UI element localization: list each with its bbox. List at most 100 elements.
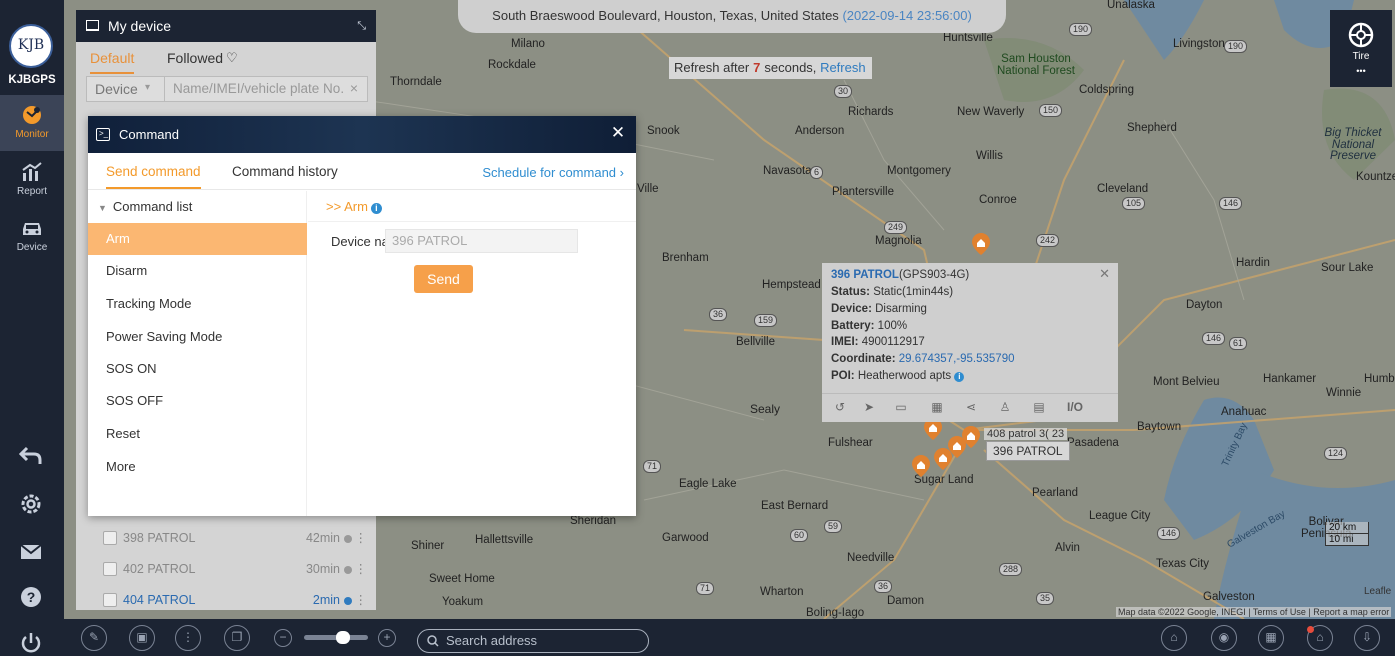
device-row[interactable]: 398 PATROL 42min ⋮ xyxy=(76,523,376,553)
street-view-icon[interactable]: ♙ xyxy=(997,400,1013,416)
command-item-sos-on[interactable]: SOS ON xyxy=(88,353,307,385)
nav-monitor[interactable]: Monitor xyxy=(0,95,64,151)
command-item-arm[interactable]: Arm xyxy=(88,223,307,255)
place-label: Garwood xyxy=(662,532,709,544)
device-name-field: 396 PATROL xyxy=(385,229,578,253)
place-label: Ville xyxy=(637,183,659,195)
settings-gear-icon[interactable] xyxy=(18,491,44,517)
barcode-icon[interactable]: ▦ xyxy=(927,400,947,416)
schedule-for-command-link[interactable]: Schedule for command › xyxy=(482,165,624,180)
vehicle-pin-icon[interactable] xyxy=(962,426,980,448)
place-label: Sweet Home xyxy=(429,573,495,585)
command-item-disarm[interactable]: Disarm xyxy=(88,255,307,287)
place-label: Eagle Lake xyxy=(679,478,737,490)
command-section-title: >> Arm i xyxy=(326,199,382,214)
device-checkbox[interactable] xyxy=(103,531,117,545)
layers-icon[interactable]: ❐ xyxy=(224,625,250,651)
command-item-reset[interactable]: Reset xyxy=(88,418,307,450)
device-time: 30min xyxy=(305,562,340,576)
clear-icon[interactable]: × xyxy=(350,80,358,96)
device-checkbox[interactable] xyxy=(103,562,117,576)
chevron-right-icon: › xyxy=(619,165,624,180)
place-label: Huntsville xyxy=(943,32,993,44)
svg-text:?: ? xyxy=(27,589,36,605)
popup-device-name[interactable]: 396 PATROL xyxy=(831,269,899,281)
more-icon[interactable]: ⋮ xyxy=(355,530,367,545)
popup-toolbar: ↺ ➤ ▭ ▦ ⋖ ♙ ▤ I/O xyxy=(822,393,1118,422)
command-dialog: >_ Command ✕ Send command Command histor… xyxy=(88,116,636,516)
command-item-more[interactable]: More xyxy=(88,451,307,483)
search-address-input[interactable]: Search address xyxy=(417,629,649,653)
place-label: Hallettsville xyxy=(475,534,534,546)
tab-command-history[interactable]: Command history xyxy=(232,164,338,179)
place-label: Conroe xyxy=(979,194,1017,206)
info-icon[interactable]: i xyxy=(370,203,382,214)
collapse-icon[interactable]: ⤡ xyxy=(357,10,366,42)
tire-more[interactable]: ••• xyxy=(1330,66,1392,76)
tire-panel[interactable]: Tire ••• xyxy=(1330,10,1392,87)
send-button[interactable]: Send xyxy=(414,265,473,293)
vehicle-pin-icon[interactable] xyxy=(912,455,930,477)
more-icon[interactable]: ⋮ xyxy=(355,561,367,576)
close-icon[interactable]: ✕ xyxy=(1099,266,1110,282)
place-label: Big Thicket National Preserve xyxy=(1324,127,1382,162)
command-item-power-saving-mode[interactable]: Power Saving Mode xyxy=(88,321,307,353)
command-icon[interactable]: ▭ xyxy=(893,400,909,416)
share-icon[interactable]: ⋖ xyxy=(963,400,979,416)
more-icon[interactable]: ⋮ xyxy=(355,592,367,607)
location-pin-icon[interactable]: ◉ xyxy=(1211,625,1237,651)
leaflet-attribution[interactable]: Leafle xyxy=(1364,586,1391,597)
device-row[interactable]: 402 PATROL 30min ⋮ xyxy=(76,554,376,584)
map-attribution[interactable]: Map data ©2022 Google, INEGI | Terms of … xyxy=(1116,607,1392,617)
download-icon[interactable]: ⇩ xyxy=(1354,625,1380,651)
device-name: 402 PATROL xyxy=(123,562,196,576)
ruler-icon[interactable]: ✎ xyxy=(81,625,107,651)
tab-followed[interactable]: Followed xyxy=(167,50,223,66)
place-label: Shepherd xyxy=(1127,122,1177,134)
info-icon[interactable]: i xyxy=(954,372,965,382)
zoom-out-icon[interactable]: − xyxy=(274,629,292,647)
tab-default[interactable]: Default xyxy=(90,50,135,74)
nav-device[interactable]: Device xyxy=(0,208,64,264)
popup-device-state: Disarming xyxy=(875,303,927,315)
back-icon[interactable] xyxy=(18,442,44,468)
device-filter-select[interactable]: Device xyxy=(95,81,138,97)
place-label: Cleveland xyxy=(1097,183,1149,195)
place-label: Unalaska xyxy=(1107,0,1155,11)
power-icon[interactable] xyxy=(18,630,44,656)
terminal-icon: >_ xyxy=(96,128,110,141)
zoom-in-icon[interactable]: + xyxy=(378,629,396,647)
device-search-input[interactable]: Name/IMEI/vehicle plate No. xyxy=(173,81,344,96)
command-item-sos-off[interactable]: SOS OFF xyxy=(88,385,307,417)
grid-icon[interactable]: ▦ xyxy=(1258,625,1284,651)
io-button[interactable]: I/O xyxy=(1062,400,1088,416)
device-name: 404 PATROL xyxy=(123,593,196,607)
fence-icon[interactable]: ▣ xyxy=(129,625,155,651)
nav-report[interactable]: Report xyxy=(0,152,64,208)
mail-icon[interactable] xyxy=(18,539,44,565)
place-label: East Bernard xyxy=(761,500,829,512)
playback-icon[interactable]: ↺ xyxy=(832,400,848,416)
place-label: Dayton xyxy=(1186,299,1223,311)
traffic-icon[interactable]: ⋮ xyxy=(175,625,201,651)
help-icon[interactable]: ? xyxy=(18,584,44,610)
vehicle-pin-icon[interactable] xyxy=(972,233,990,255)
navigate-icon[interactable]: ➤ xyxy=(861,400,877,416)
document-icon[interactable]: ▤ xyxy=(1031,400,1047,416)
zoom-slider-handle[interactable] xyxy=(336,631,350,644)
device-info-popup: ✕ 396 PATROL(GPS903-4G) Status: Static(1… xyxy=(822,263,1118,422)
poi-icon[interactable]: ⌂ xyxy=(1161,625,1187,651)
my-device-header: My device ⤡ xyxy=(76,10,376,42)
close-icon[interactable]: ✕ xyxy=(610,124,626,141)
place-label: Snook xyxy=(647,125,680,137)
refresh-link[interactable]: Refresh xyxy=(820,60,866,75)
device-checkbox[interactable] xyxy=(103,593,117,607)
command-item-tracking-mode[interactable]: Tracking Mode xyxy=(88,288,307,320)
popup-coordinate[interactable]: 29.674357,-95.535790 xyxy=(899,353,1015,365)
device-row[interactable]: 404 PATROL 2min ⋮ xyxy=(76,585,376,610)
command-list-header[interactable]: ▼ Command list xyxy=(98,199,192,214)
place-label: Kountze xyxy=(1356,171,1395,183)
vehicle-marker-label[interactable]: 396 PATROL xyxy=(986,441,1070,461)
place-label: Thorndale xyxy=(390,76,442,88)
tab-send-command[interactable]: Send command xyxy=(106,164,201,189)
